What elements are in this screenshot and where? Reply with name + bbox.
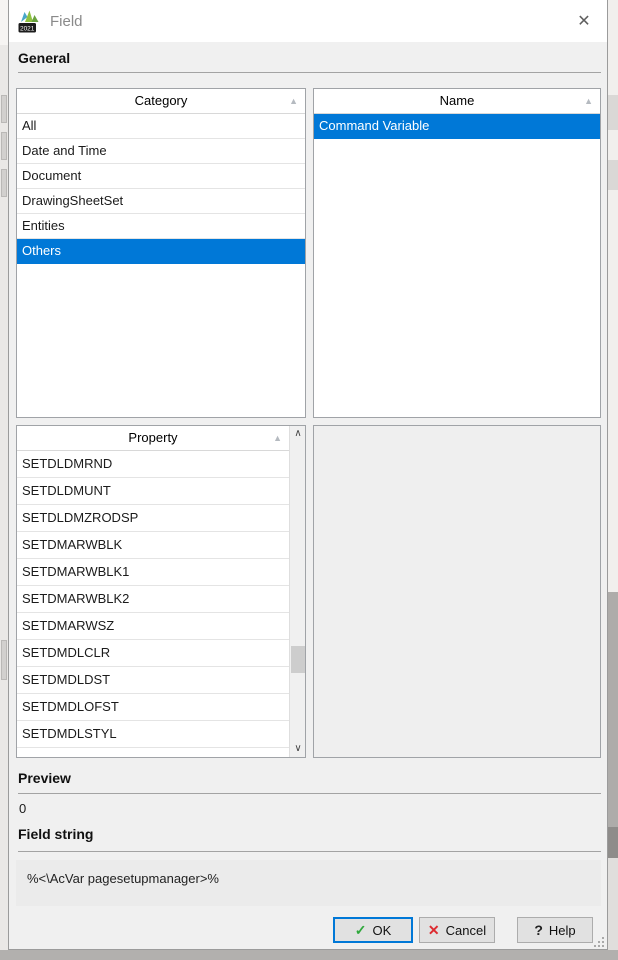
preview-section-label: Preview (18, 770, 71, 786)
background-app-bottom-edge (0, 950, 618, 960)
property-item[interactable]: SETDMDLCLR (17, 640, 289, 667)
property-item[interactable]: SETDMDLSTYL (17, 721, 289, 748)
name-item-command-variable-selected[interactable]: Command Variable (314, 114, 600, 139)
background-app-right-edge (608, 0, 618, 950)
question-icon: ? (534, 922, 543, 938)
background-left-top (0, 0, 8, 45)
help-button-label: Help (548, 922, 576, 938)
background-toolbar-mark (1, 640, 7, 680)
background-panel-mark (608, 858, 618, 950)
category-item-document[interactable]: Document (17, 164, 305, 189)
app-logo-icon: 2021 (18, 10, 39, 32)
background-toolbar-mark (1, 95, 7, 123)
background-toolbar-mark (1, 169, 7, 197)
property-item[interactable]: SETDMDLOFST (17, 694, 289, 721)
field-string-section-label: Field string (18, 826, 94, 842)
sort-ascending-icon: ▲ (273, 433, 282, 443)
scrollbar-thumb[interactable] (291, 646, 305, 673)
close-icon[interactable]: ✕ (571, 9, 597, 33)
svg-text:2021: 2021 (20, 25, 35, 32)
ok-button-label: OK (372, 922, 392, 938)
property-item[interactable]: SETDLDMZRODSP (17, 505, 289, 532)
property-item[interactable]: SETDMARWBLK (17, 532, 289, 559)
name-column-header[interactable]: Name ▲ (314, 89, 600, 114)
category-header-label: Category (134, 93, 188, 108)
sort-ascending-icon: ▲ (289, 96, 298, 106)
field-dialog: 2021 Field ✕ General Category ▲ All Date… (8, 0, 608, 950)
category-item-drawingsheetset[interactable]: DrawingSheetSet (17, 189, 305, 214)
property-scrollbar[interactable]: ∧ ∨ (289, 426, 305, 757)
background-panel-mark (608, 95, 618, 130)
cancel-button-label: Cancel (445, 922, 487, 938)
ok-button[interactable]: ✓ OK (333, 917, 413, 943)
property-item[interactable]: SETDMARWSZ (17, 613, 289, 640)
background-app-left-edge (0, 0, 8, 950)
check-icon: ✓ (354, 921, 367, 938)
property-item[interactable]: SETDMDLDST (17, 667, 289, 694)
property-list-body: Property ▲ SETDLDMRND SETDLDMUNT SETDLDM… (17, 426, 289, 748)
property-item[interactable]: SETDLDMUNT (17, 478, 289, 505)
category-column-header[interactable]: Category ▲ (17, 89, 305, 114)
property-column-header[interactable]: Property ▲ (17, 426, 289, 451)
category-item-date-and-time[interactable]: Date and Time (17, 139, 305, 164)
name-header-label: Name (439, 93, 475, 108)
background-panel-mark (608, 160, 618, 190)
category-item-all[interactable]: All (17, 114, 305, 139)
field-string-value: %<\AcVar pagesetupmanager>% (16, 860, 601, 906)
background-toolbar-mark (1, 132, 7, 160)
dialog-titlebar[interactable]: 2021 Field ✕ (9, 0, 607, 42)
background-panel-mark (608, 592, 618, 827)
resize-grip[interactable] (593, 936, 604, 947)
general-section-label: General (18, 50, 71, 66)
property-item[interactable]: SETDMARWBLK2 (17, 586, 289, 613)
preview-value: 0 (19, 801, 27, 816)
category-item-entities[interactable]: Entities (17, 214, 305, 239)
dialog-title: Field (50, 12, 83, 30)
cancel-button[interactable]: ✕ Cancel (419, 917, 495, 943)
general-divider (18, 72, 601, 73)
scroll-down-icon[interactable]: ∨ (290, 740, 306, 757)
x-icon: ✕ (427, 921, 440, 938)
category-item-others-selected[interactable]: Others (17, 239, 305, 264)
name-list: Name ▲ Command Variable (313, 88, 601, 418)
property-item[interactable]: SETDLDMRND (17, 451, 289, 478)
background-panel-mark (608, 827, 618, 858)
property-header-label: Property (128, 430, 178, 445)
field-string-divider (18, 851, 601, 852)
value-panel-empty (313, 425, 601, 758)
property-list: Property ▲ SETDLDMRND SETDLDMUNT SETDLDM… (16, 425, 306, 758)
sort-ascending-icon: ▲ (584, 96, 593, 106)
help-button[interactable]: ? Help (517, 917, 593, 943)
property-item[interactable]: SETDMARWBLK1 (17, 559, 289, 586)
scroll-up-icon[interactable]: ∧ (290, 426, 306, 443)
preview-divider (18, 793, 601, 794)
category-list: Category ▲ All Date and Time Document Dr… (16, 88, 306, 418)
